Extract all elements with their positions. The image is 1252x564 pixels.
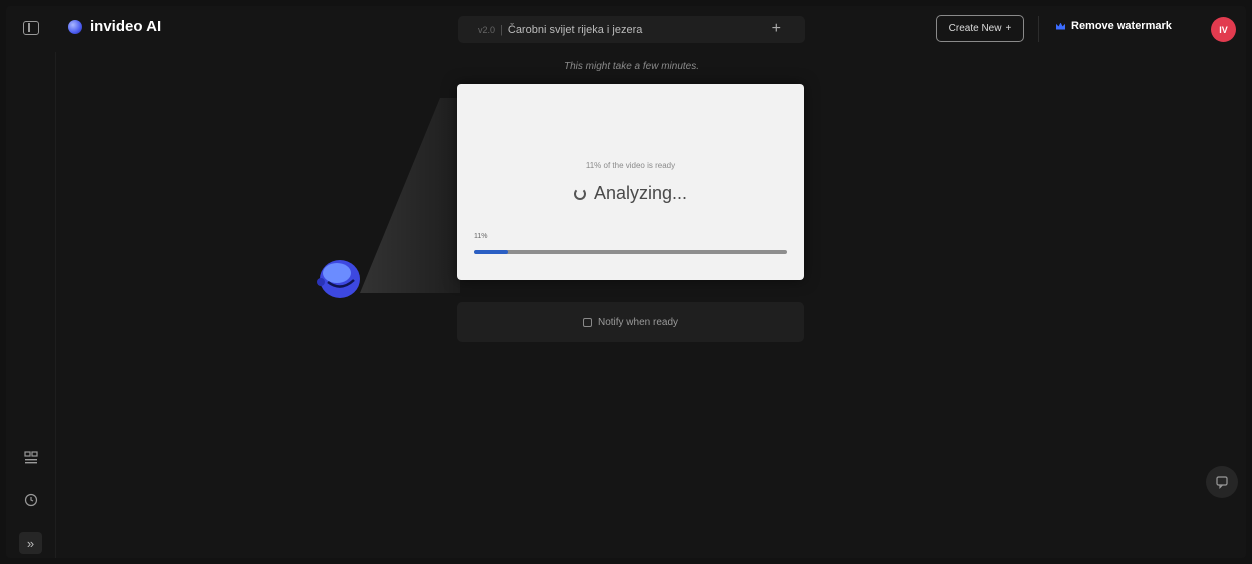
notify-label: Notify when ready (597, 316, 679, 328)
add-button[interactable]: + (772, 20, 781, 38)
top-bar: invideo AI v2.0 | Čarobni svijet rijeka … (6, 6, 1246, 52)
left-sidebar: » (6, 52, 56, 558)
plus-icon: + (1005, 23, 1012, 34)
progress-fill (474, 250, 509, 254)
light-beam (360, 98, 460, 293)
expand-icon[interactable]: » (19, 532, 42, 554)
version-label: v2.0 (478, 24, 496, 35)
header-divider (1038, 16, 1039, 42)
panel-toggle-icon[interactable] (23, 21, 39, 35)
version-separator: | (500, 23, 503, 36)
brand[interactable]: invideo AI (68, 18, 161, 35)
percent-label: 11% (474, 233, 488, 240)
checkbox-icon[interactable] (582, 317, 592, 327)
wait-hint: This might take a few minutes. (563, 61, 700, 72)
status-label: Analyzing... (593, 183, 688, 203)
create-new-label: Create New (948, 23, 1002, 34)
spinner-icon (573, 187, 586, 200)
create-new-button[interactable]: Create New + (936, 15, 1024, 42)
notify-when-ready-toggle[interactable]: Notify when ready (457, 302, 804, 342)
progress-text: 11% of the video is ready (585, 161, 676, 170)
brand-logo-icon (68, 19, 82, 34)
app-window: invideo AI v2.0 | Čarobni svijet rijeka … (6, 6, 1246, 558)
remove-watermark-label: Remove watermark (1071, 20, 1172, 32)
user-avatar[interactable]: IV (1211, 17, 1236, 42)
remove-watermark-button[interactable]: Remove watermark (1056, 20, 1172, 32)
chat-icon[interactable] (1206, 466, 1238, 498)
analyzing-status: Analyzing... (457, 183, 804, 204)
brand-name: invideo AI (90, 18, 162, 35)
project-title[interactable]: Čarobni svijet rijeka i jezera (508, 24, 643, 36)
history-icon[interactable] (23, 492, 39, 508)
progress-track (474, 250, 787, 254)
mascot-icon (317, 260, 360, 298)
project-title-bar[interactable]: v2.0 | Čarobni svijet rijeka i jezera + (458, 16, 805, 43)
crown-icon (1056, 22, 1065, 30)
templates-icon[interactable] (23, 450, 39, 466)
progress-card: 11% of the video is ready Analyzing... 1… (457, 84, 804, 280)
